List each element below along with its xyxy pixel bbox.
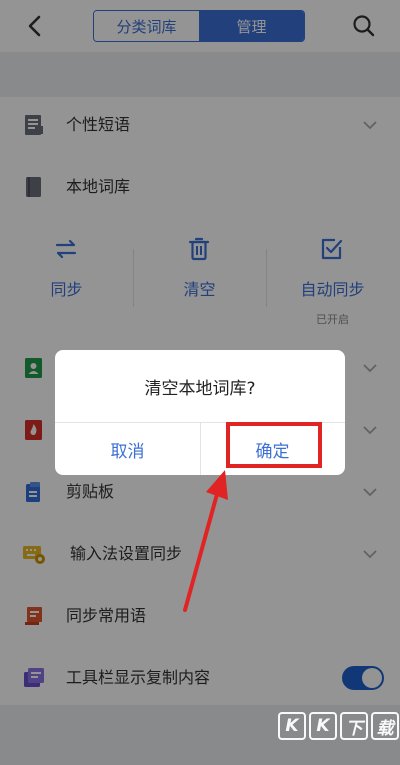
watermark-char: 下: [340, 712, 368, 740]
watermark-char: K: [309, 712, 337, 740]
screen: 分类词库 管理 个性短语 本地词库 同步 清空 自动同步 已开启 剪贴板 输入法…: [0, 0, 400, 765]
watermark-char: 载: [371, 712, 399, 740]
dialog-title: 清空本地词库?: [144, 379, 256, 399]
confirm-highlight-box: [226, 422, 322, 468]
cancel-button[interactable]: 取消: [55, 423, 200, 475]
watermark: K K 下 载: [278, 712, 399, 740]
watermark-char: K: [278, 712, 306, 740]
